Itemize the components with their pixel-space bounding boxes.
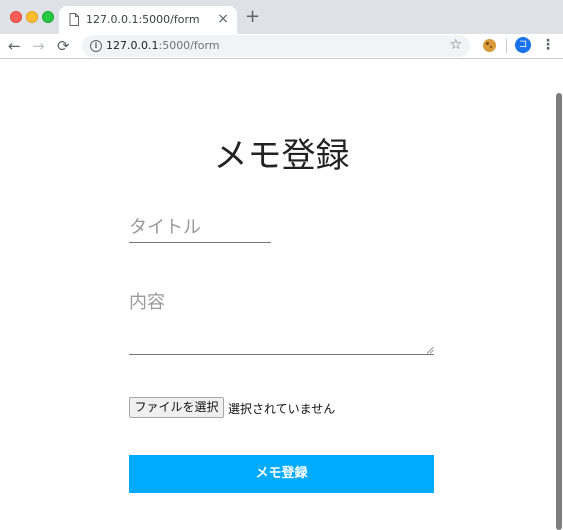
page-icon <box>69 13 79 26</box>
title-input[interactable] <box>129 212 271 243</box>
browser-chrome: 127.0.0.1:5000/form × + ← → ⟳ i 127.0.0.… <box>0 0 563 59</box>
minimize-window-button[interactable] <box>26 11 38 23</box>
tab-active[interactable]: 127.0.0.1:5000/form × <box>59 6 237 34</box>
tab-bar: 127.0.0.1:5000/form × + <box>0 0 563 34</box>
menu-icon[interactable]: ⋮ <box>541 37 555 54</box>
toolbar: ← → ⟳ i 127.0.0.1:5000/form ☆ コ ⋮ <box>0 34 563 59</box>
star-icon[interactable]: ☆ <box>449 37 462 54</box>
new-tab-button[interactable]: + <box>245 7 260 27</box>
close-window-button[interactable] <box>10 11 22 23</box>
profile-avatar[interactable]: コ <box>515 37 531 53</box>
address-bar[interactable]: i 127.0.0.1:5000/form ☆ <box>82 35 470 57</box>
info-icon[interactable]: i <box>90 40 102 52</box>
resize-grip-icon[interactable] <box>426 346 434 354</box>
forward-icon[interactable]: → <box>32 37 45 55</box>
choose-file-button[interactable]: ファイルを選択 <box>129 397 224 418</box>
cookie-extension-icon[interactable] <box>483 39 496 52</box>
url-text[interactable]: 127.0.0.1:5000/form <box>106 39 220 52</box>
content-textarea[interactable] <box>129 288 434 355</box>
file-status-text: 選択されていません <box>228 402 336 416</box>
tab-title: 127.0.0.1:5000/form <box>86 13 200 26</box>
url-host: 127.0.0.1 <box>106 39 159 52</box>
page-title: メモ登録 <box>213 136 350 176</box>
submit-button[interactable]: メモ登録 <box>129 455 434 493</box>
toolbar-divider <box>506 39 507 53</box>
back-icon[interactable]: ← <box>8 37 21 55</box>
maximize-window-button[interactable] <box>42 11 54 23</box>
tab-close-icon[interactable]: × <box>217 11 229 27</box>
reload-icon[interactable]: ⟳ <box>57 37 70 55</box>
url-path: :5000/form <box>158 39 220 52</box>
